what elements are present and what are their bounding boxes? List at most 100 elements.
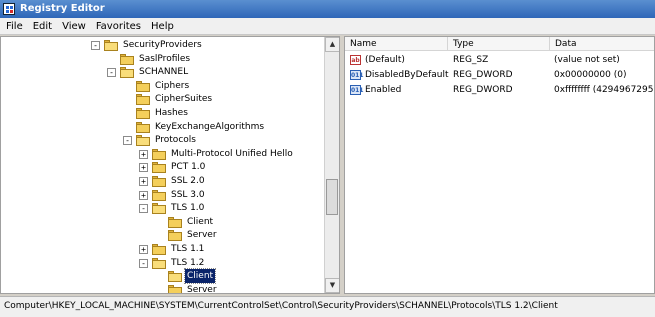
folder-icon [104,40,118,51]
menu-file[interactable]: File [0,18,28,35]
collapse-icon[interactable]: - [123,136,132,146]
folder-icon [136,108,150,119]
value-type: REG_DWORD [453,70,513,80]
tree-node[interactable]: - TLS 1.2 [1,256,325,270]
column-header-data[interactable]: Data [550,37,654,51]
folder-icon [136,121,150,133]
menu-bar: File Edit View Favorites Help [0,18,655,35]
tree-node-label: Hashes [155,108,188,118]
folder-icon [120,67,134,79]
folder-icon [152,162,166,174]
tree-node-label: KeyExchangeAlgorithms [155,121,265,132]
collapse-icon[interactable]: - [139,204,148,214]
value-name: Enabled [365,85,402,95]
folder-icon [152,176,166,187]
tree-node-label: PCT 1.0 [171,162,206,173]
tree-node[interactable]: KeyExchangeAlgorithms [1,120,325,134]
collapse-icon[interactable]: - [91,41,100,50]
tree-node-label: Client [183,268,217,285]
column-header-name[interactable]: Name [345,37,448,51]
tree-node[interactable]: + Multi-Protocol Unified Hello [1,147,325,161]
tree-node-label: SaslProfiles [139,53,191,64]
tree-node[interactable]: Server [1,283,325,294]
folder-icon [168,271,182,283]
tree-node[interactable]: Client [1,268,325,285]
value-row[interactable]: 011 DisabledByDefault REG_DWORD 0x00000000 … [345,68,654,82]
binary-value-icon: 011 [350,70,364,80]
collapse-icon[interactable]: - [139,258,148,268]
value-row[interactable]: 011 Enabled REG_DWORD 0xffffffff (429496729… [345,83,655,97]
menu-help[interactable]: Help [146,18,179,35]
tree-node-label: SCHANNEL [139,67,189,78]
column-header-type[interactable]: Type [448,37,550,51]
tree-node-label: Protocols [155,135,196,146]
key-tree-pane[interactable]: - SecurityProviders SaslProfiles - SCHANNEL C… [0,36,340,294]
tree-node[interactable]: - SCHANNEL [1,65,325,79]
value-name: DisabledByDefault [365,70,449,80]
value-row[interactable]: ab (Default) REG_SZ (value not set) [345,53,654,67]
tree-node-label: Client [187,216,214,227]
folder-icon [168,230,182,242]
tree-node-label: SSL 2.0 [171,176,205,186]
folder-icon [152,189,166,201]
scroll-thumb[interactable] [326,179,338,215]
tree-node[interactable]: Hashes [1,106,325,120]
tree-node[interactable]: SaslProfiles [1,52,325,66]
tree-node[interactable]: - TLS 1.0 [1,201,325,215]
string-value-icon: ab [350,55,361,65]
tree-node[interactable]: + PCT 1.0 [1,160,325,174]
folder-icon [152,244,166,255]
menu-view[interactable]: View [57,18,91,35]
tree-node-label: Ciphers [155,80,190,91]
title-bar: Registry Editor [0,0,655,18]
tree-node-label: Multi-Protocol Unified Hello [171,148,293,159]
tree-vertical-scrollbar[interactable]: ▲ ▼ [324,37,339,293]
scroll-up-arrow-icon[interactable]: ▲ [325,37,339,52]
expand-icon[interactable]: + [139,149,148,159]
folder-icon [152,203,166,215]
tree-node[interactable]: Server [1,228,325,242]
folder-icon [168,216,182,228]
tree-node-label: TLS 1.0 [171,203,205,214]
folder-icon [152,257,166,269]
registry-editor-icon [3,3,15,15]
tree-node[interactable]: - SecurityProviders [1,38,325,52]
tree-node[interactable]: Ciphers [1,79,325,93]
tree-node-label: SSL 3.0 [171,189,205,200]
tree-node-label: Server [187,284,217,294]
value-type: REG_SZ [453,55,489,65]
expand-icon[interactable]: + [139,190,148,200]
expand-icon[interactable]: + [139,163,148,173]
window-title: Registry Editor [20,3,105,14]
value-data: 0xffffffff (4294967295) [554,85,655,95]
scroll-down-arrow-icon[interactable]: ▼ [325,278,339,293]
value-data: (value not set) [554,55,620,65]
tree-node[interactable]: + TLS 1.1 [1,242,325,256]
status-bar: Computer\HKEY_LOCAL_MACHINE\SYSTEM\Curre… [0,296,655,317]
tree-node[interactable]: + SSL 2.0 [1,174,325,188]
tree-node-label: TLS 1.2 [171,257,205,268]
folder-icon [136,80,150,92]
binary-value-icon: 011 [350,85,364,95]
tree-node[interactable]: - Protocols [1,133,325,147]
tree-node[interactable]: Client [1,215,325,229]
menu-edit[interactable]: Edit [28,18,57,35]
tree-node[interactable]: + SSL 3.0 [1,188,325,202]
expand-icon[interactable]: + [139,177,148,186]
values-list-pane[interactable]: Name Type Data ab (Default) REG_SZ (value n… [344,36,655,294]
expand-icon[interactable]: + [139,245,148,254]
value-type: REG_DWORD [453,85,513,95]
value-data: 0x00000000 (0) [554,70,627,80]
value-name: (Default) [365,55,405,65]
tree-node-label: SecurityProviders [123,40,202,50]
menu-favorites[interactable]: Favorites [91,18,146,35]
list-header: Name Type Data [345,37,654,51]
folder-icon [120,53,134,65]
collapse-icon[interactable]: - [107,68,116,78]
tree-node[interactable]: CipherSuites [1,92,325,106]
folder-icon [136,94,150,106]
tree-node-label: CipherSuites [155,94,213,105]
folder-icon [136,135,150,147]
folder-icon [152,148,166,160]
tree-node-label: TLS 1.1 [171,244,205,254]
